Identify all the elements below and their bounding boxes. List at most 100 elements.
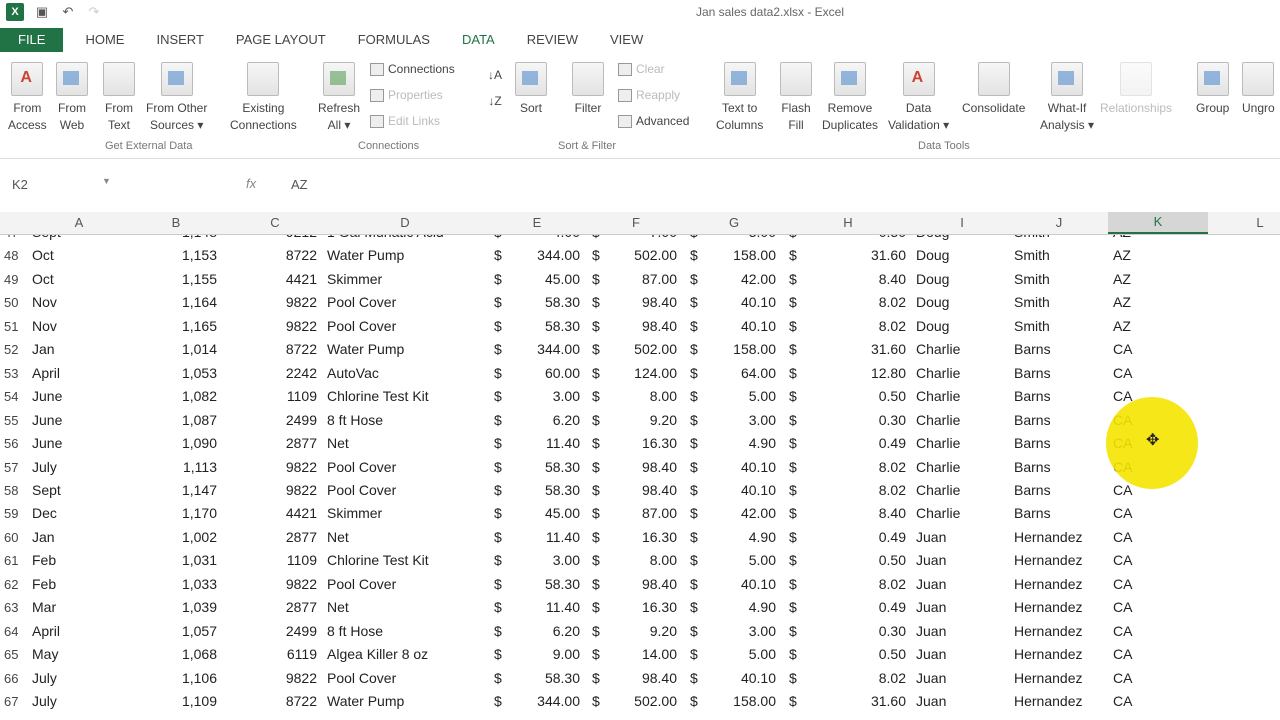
cell-currency[interactable]: $: [690, 529, 698, 545]
cell-id[interactable]: 1,031: [140, 552, 217, 568]
cell-currency[interactable]: $: [690, 365, 698, 381]
cell-first-name[interactable]: Doug: [916, 271, 949, 287]
group-button[interactable]: Group: [1196, 62, 1229, 117]
cell-code[interactable]: 2877: [240, 599, 317, 615]
cell-product[interactable]: Skimmer: [327, 271, 382, 287]
cell-last-name[interactable]: Barns: [1014, 365, 1051, 381]
cell-first-name[interactable]: Juan: [916, 693, 946, 709]
cell-currency[interactable]: $: [592, 505, 600, 521]
cell-currency[interactable]: $: [789, 670, 797, 686]
column-header-l[interactable]: L: [1220, 215, 1280, 230]
cell-currency[interactable]: $: [690, 552, 698, 568]
cell-code[interactable]: 8722: [240, 247, 317, 263]
cell-id[interactable]: 1,057: [140, 623, 217, 639]
row-number[interactable]: 60: [4, 530, 24, 545]
cell-code[interactable]: 2499: [240, 623, 317, 639]
cell-e[interactable]: 344.00: [500, 247, 580, 263]
cell-last-name[interactable]: Barns: [1014, 341, 1051, 357]
row-number[interactable]: 49: [4, 272, 24, 287]
cell-first-name[interactable]: Charlie: [916, 341, 960, 357]
cell-f[interactable]: 9.20: [600, 623, 677, 639]
cell-e[interactable]: 58.30: [500, 318, 580, 334]
sort-ascending-icon[interactable]: ↓A: [488, 68, 502, 82]
cell-id[interactable]: 1,147: [140, 482, 217, 498]
cell-last-name[interactable]: Barns: [1014, 388, 1051, 404]
cell-state[interactable]: CA: [1113, 482, 1132, 498]
cell-g[interactable]: 158.00: [700, 693, 776, 709]
cell-currency[interactable]: $: [789, 552, 797, 568]
cell-f[interactable]: 87.00: [600, 505, 677, 521]
cell-id[interactable]: 1,090: [140, 435, 217, 451]
cell-last-name[interactable]: Hernandez: [1014, 529, 1083, 545]
cell-first-name[interactable]: Charlie: [916, 388, 960, 404]
cell-currency[interactable]: $: [789, 529, 797, 545]
cell-g[interactable]: 3.00: [700, 623, 776, 639]
cell-e[interactable]: 58.30: [500, 576, 580, 592]
cell-currency[interactable]: $: [789, 623, 797, 639]
clear-button[interactable]: Clear: [618, 62, 665, 76]
cell-h[interactable]: 8.02: [800, 576, 906, 592]
column-header-c[interactable]: C: [236, 215, 314, 230]
cell-month[interactable]: Oct: [32, 247, 54, 263]
cell-f[interactable]: 9.20: [600, 412, 677, 428]
cell-last-name[interactable]: Smith: [1014, 247, 1050, 263]
cell-currency[interactable]: $: [592, 670, 600, 686]
cell-e[interactable]: 344.00: [500, 341, 580, 357]
cell-currency[interactable]: $: [592, 341, 600, 357]
cell-product[interactable]: Pool Cover: [327, 318, 396, 334]
sort-az-buttons[interactable]: ↓A ↓Z: [488, 68, 502, 108]
cell-id[interactable]: 1,002: [140, 529, 217, 545]
cell-currency[interactable]: $: [690, 623, 698, 639]
cell-state[interactable]: CA: [1113, 599, 1132, 615]
cell-month[interactable]: Feb: [32, 552, 56, 568]
cell-f[interactable]: 87.00: [600, 271, 677, 287]
cell-f[interactable]: 98.40: [600, 482, 677, 498]
cell-product[interactable]: AutoVac: [327, 365, 379, 381]
cell-code[interactable]: 2242: [240, 365, 317, 381]
cell-product[interactable]: Water Pump: [327, 693, 404, 709]
cell-e[interactable]: 45.00: [500, 505, 580, 521]
edit-links-button[interactable]: Edit Links: [370, 114, 440, 128]
formula-input[interactable]: AZ: [291, 177, 308, 192]
filter-button[interactable]: Filter: [572, 62, 604, 117]
cell-f[interactable]: 502.00: [600, 247, 677, 263]
row-number[interactable]: 48: [4, 248, 24, 263]
cell-e[interactable]: 60.00: [500, 365, 580, 381]
cell-id[interactable]: 1,082: [140, 388, 217, 404]
cell-h[interactable]: 8.02: [800, 318, 906, 334]
tab-data[interactable]: DATA: [446, 28, 511, 52]
cell-h[interactable]: 8.40: [800, 271, 906, 287]
cell-currency[interactable]: $: [690, 271, 698, 287]
tab-file[interactable]: FILE: [0, 28, 64, 52]
row-number[interactable]: 54: [4, 389, 24, 404]
cell-first-name[interactable]: Juan: [916, 529, 946, 545]
cell-id[interactable]: 1,053: [140, 365, 217, 381]
cell-e[interactable]: 11.40: [500, 529, 580, 545]
cell-product[interactable]: Pool Cover: [327, 459, 396, 475]
cell-last-name[interactable]: Barns: [1014, 435, 1051, 451]
cell-h[interactable]: 0.50: [800, 388, 906, 404]
cell-h[interactable]: 31.60: [800, 693, 906, 709]
tab-view[interactable]: VIEW: [594, 28, 659, 52]
cell-last-name[interactable]: Hernandez: [1014, 552, 1083, 568]
cell-currency[interactable]: $: [690, 459, 698, 475]
cell-currency[interactable]: $: [789, 318, 797, 334]
cell-last-name[interactable]: Barns: [1014, 505, 1051, 521]
ungroup-button[interactable]: Ungro: [1242, 62, 1275, 117]
cell-id[interactable]: 1,014: [140, 341, 217, 357]
cell-code[interactable]: 4421: [240, 271, 317, 287]
cell-month[interactable]: July: [32, 670, 57, 686]
tab-page-layout[interactable]: PAGE LAYOUT: [220, 28, 342, 52]
cell-last-name[interactable]: Hernandez: [1014, 646, 1083, 662]
cell-product[interactable]: Skimmer: [327, 505, 382, 521]
cell-last-name[interactable]: Hernandez: [1014, 599, 1083, 615]
cell-f[interactable]: 8.00: [600, 388, 677, 404]
cell-last-name[interactable]: Hernandez: [1014, 670, 1083, 686]
cell-currency[interactable]: $: [690, 505, 698, 521]
cell-currency[interactable]: $: [592, 318, 600, 334]
row-number[interactable]: 57: [4, 460, 24, 475]
column-header-b[interactable]: B: [140, 215, 212, 230]
cell-currency[interactable]: $: [690, 412, 698, 428]
column-header-g[interactable]: G: [694, 215, 774, 230]
cell-id[interactable]: 1,068: [140, 646, 217, 662]
